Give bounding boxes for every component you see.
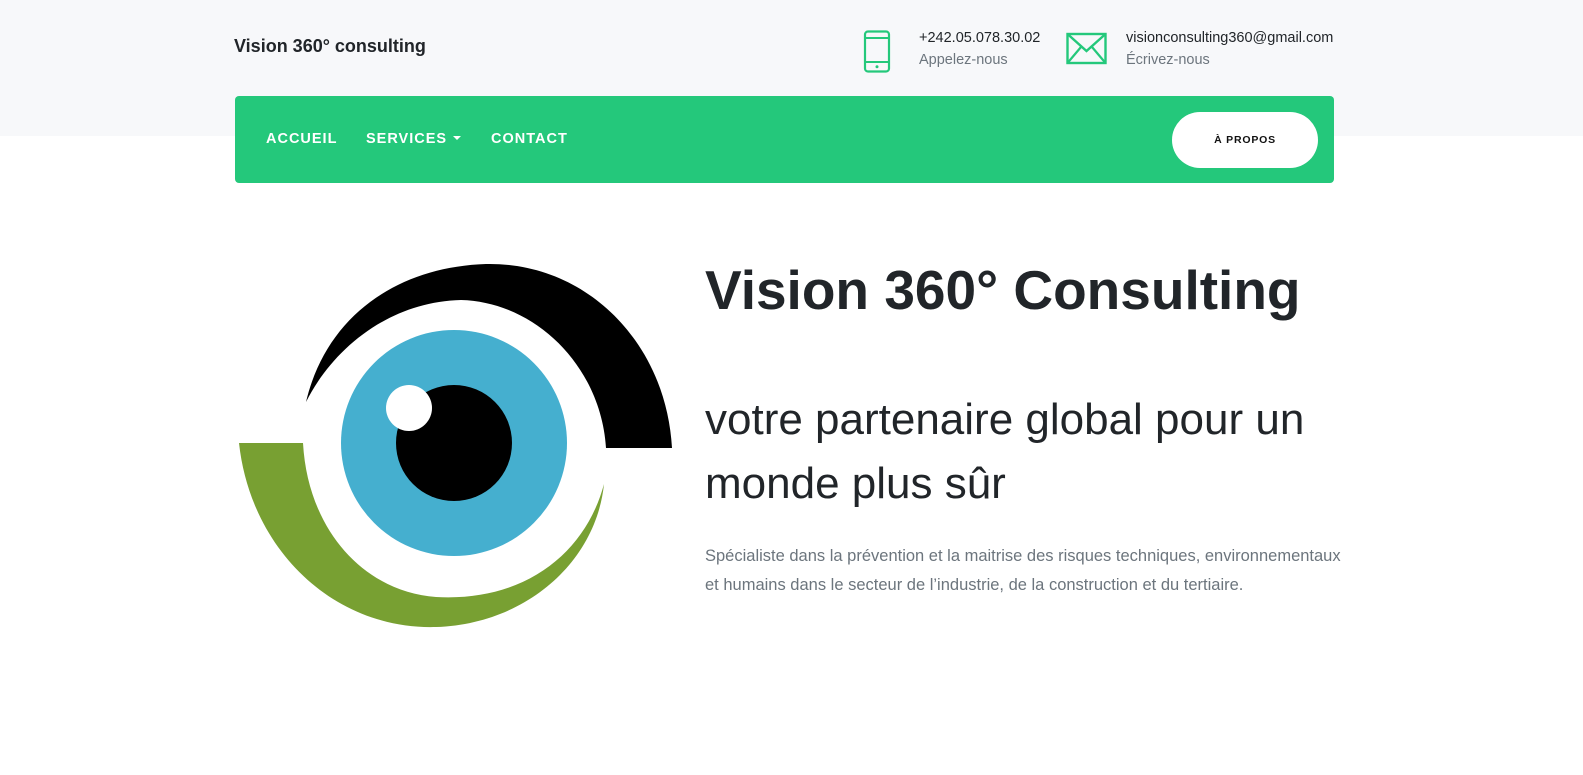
hero-description: Spécialiste dans la prévention et la mai…: [705, 547, 1341, 594]
nav-item-accueil[interactable]: ACCUEIL: [266, 96, 337, 183]
eye-logo: [236, 262, 676, 632]
phone-label: Appelez-nous: [919, 52, 1008, 68]
nav-item-contact[interactable]: CONTACT: [491, 96, 568, 183]
email-label: Écrivez-nous: [1126, 52, 1210, 68]
phone-number[interactable]: +242.05.078.30.02: [919, 28, 1040, 48]
nav-item-services[interactable]: SERVICES: [366, 96, 462, 183]
phone-contact[interactable]: +242.05.078.30.02 Appelez-nous: [862, 28, 1040, 79]
logo-highlight: [386, 385, 432, 431]
mail-icon: [1066, 30, 1107, 71]
caret-down-icon: [453, 136, 462, 141]
phone-icon: [862, 30, 892, 79]
email-address[interactable]: visionconsulting360@gmail.com: [1126, 28, 1333, 48]
about-button[interactable]: À PROPOS: [1172, 112, 1318, 168]
nav-item-services-label: SERVICES: [366, 131, 448, 147]
brand-name[interactable]: Vision 360° consulting: [234, 36, 426, 57]
main-navbar: ACCUEIL SERVICES CONTACT À PROPOS: [235, 96, 1334, 183]
hero-subtitle: votre partenaire global pour un monde pl…: [705, 395, 1305, 508]
hero-title: Vision 360° Consulting: [705, 259, 1301, 321]
email-contact[interactable]: visionconsulting360@gmail.com Écrivez-no…: [1066, 28, 1333, 72]
